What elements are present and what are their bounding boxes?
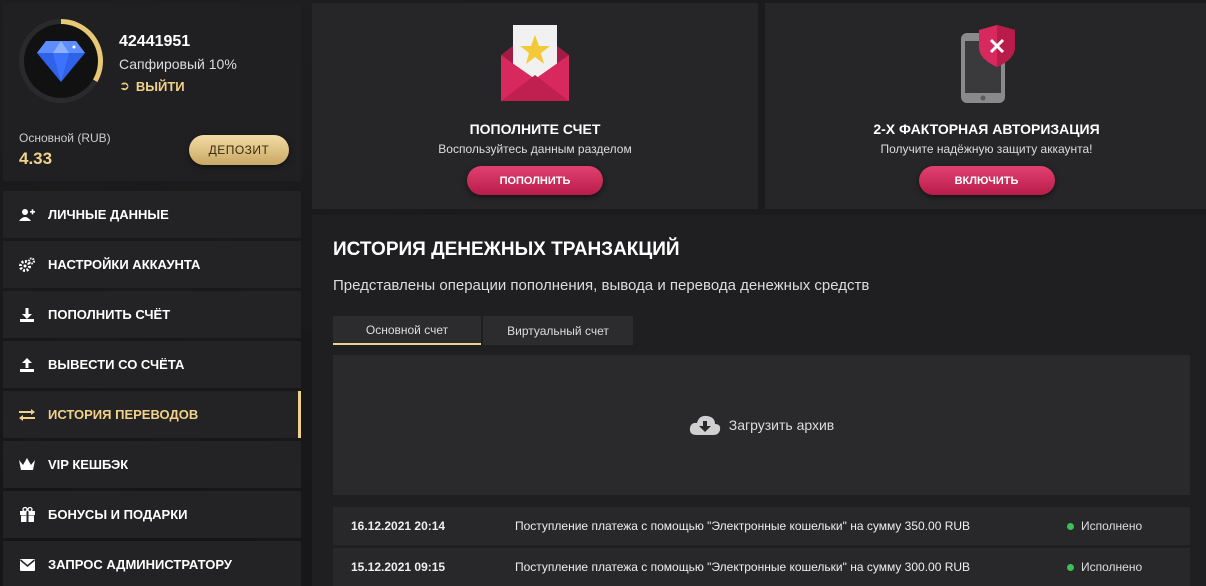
tx-status: Исполнено [1067, 519, 1142, 533]
envelope-star-icon [501, 25, 569, 101]
sidebar-item-personal-data[interactable]: ЛИЧНЫЕ ДАННЫЕ [3, 191, 301, 238]
download-icon [18, 306, 36, 324]
table-row: 15.12.2021 09:15 Поступление платежа с п… [333, 548, 1190, 586]
sidebar-item-admin-request[interactable]: ЗАПРОС АДМИНИСТРАТОРУ [3, 541, 301, 586]
tx-date: 16.12.2021 20:14 [351, 519, 446, 533]
sidebar-item-withdraw[interactable]: ВЫВЕСТИ СО СЧЁТА [3, 341, 301, 388]
sidebar-item-label: ПОПОЛНИТЬ СЧЁТ [48, 307, 171, 322]
card-title: ПОПОЛНИТЕ СЧЕТ [469, 121, 601, 137]
logout-label: ВЫЙТИ [135, 78, 185, 94]
balance-value: 4.33 [19, 149, 53, 168]
transfer-arrows-icon [18, 406, 36, 424]
tab-main-account[interactable]: Основной счет [333, 316, 481, 345]
sidebar-item-label: VIP КЕШБЭК [48, 457, 129, 472]
crown-icon [18, 456, 36, 474]
sidebar-item-label: ЛИЧНЫЕ ДАННЫЕ [48, 207, 169, 222]
cloud-download-icon [689, 415, 720, 435]
tx-status: Исполнено [1067, 560, 1142, 574]
tab-virtual-account[interactable]: Виртуальный счет [483, 316, 633, 345]
sidebar-item-vip-cashback[interactable]: VIP КЕШБЭК [3, 441, 301, 488]
card-subtitle: Воспользуйтесь данным разделом [438, 142, 632, 156]
user-level: Сапфировый 10% [119, 56, 237, 72]
sidebar-item-account-settings[interactable]: НАСТРОЙКИ АККАУНТА [3, 241, 301, 288]
user-add-icon [18, 206, 36, 224]
status-dot-icon [1067, 563, 1074, 571]
profile-panel: 42441951 Сапфировый 10% ➲ ВЫЙТИ Основной… [3, 3, 301, 181]
table-row: 16.12.2021 20:14 Поступление платежа с п… [333, 507, 1190, 545]
phone-shield-icon [960, 25, 1015, 103]
load-archive-label: Загрузить архив [728, 417, 835, 433]
level-progress-ring [19, 19, 103, 103]
gift-icon [18, 506, 36, 524]
deposit-button[interactable]: ДЕПОЗИТ [189, 135, 289, 165]
gears-icon [18, 256, 36, 274]
sidebar-item-label: ЗАПРОС АДМИНИСТРАТОРУ [48, 557, 232, 572]
sidebar-item-transfer-history[interactable]: ИСТОРИЯ ПЕРЕВОДОВ [3, 391, 301, 438]
balance-label: Основной (RUB) [19, 131, 111, 145]
tx-description: Поступление платежа с помощью "Электронн… [515, 560, 971, 574]
logout-icon: ➲ [119, 78, 130, 93]
deposit-promo-card: ПОПОЛНИТЕ СЧЕТ Воспользуйтесь данным раз… [312, 3, 758, 209]
sidebar-item-deposit[interactable]: ПОПОЛНИТЬ СЧЁТ [3, 291, 301, 338]
status-dot-icon [1067, 522, 1074, 530]
sidebar-item-label: НАСТРОЙКИ АККАУНТА [48, 257, 201, 272]
avatar [24, 24, 98, 98]
card-title: 2-Х ФАКТОРНАЯ АВТОРИЗАЦИЯ [873, 121, 1100, 137]
transaction-history-panel: ИСТОРИЯ ДЕНЕЖНЫХ ТРАНЗАКЦИЙ Представлены… [312, 215, 1206, 586]
sidebar-item-label: БОНУСЫ И ПОДАРКИ [48, 507, 188, 522]
sidebar-menu: ЛИЧНЫЕ ДАННЫЕ НАСТРОЙКИ АККАУНТА ПОПОЛНИ… [3, 191, 301, 586]
tx-status-label: Исполнено [1081, 560, 1143, 574]
enable-2fa-button[interactable]: ВКЛЮЧИТЬ [918, 166, 1055, 195]
sapphire-gem-icon [37, 41, 85, 82]
mail-icon [18, 556, 36, 574]
tx-date: 15.12.2021 09:15 [351, 560, 446, 574]
card-subtitle: Получите надёжную защиту аккаунта! [880, 142, 1093, 156]
logout-link[interactable]: ➲ ВЫЙТИ [119, 78, 185, 94]
tx-status-label: Исполнено [1081, 519, 1143, 533]
page-description: Представлены операции пополнения, вывода… [333, 277, 870, 294]
sidebar-item-label: ВЫВЕСТИ СО СЧЁТА [48, 357, 185, 372]
page-title: ИСТОРИЯ ДЕНЕЖНЫХ ТРАНЗАКЦИЙ [333, 239, 680, 260]
sidebar-item-label: ИСТОРИЯ ПЕРЕВОДОВ [48, 407, 199, 422]
twofa-promo-card: 2-Х ФАКТОРНАЯ АВТОРИЗАЦИЯ Получите надёж… [765, 3, 1206, 209]
upload-icon [18, 356, 36, 374]
load-archive-button[interactable]: Загрузить архив [333, 355, 1190, 495]
user-id: 42441951 [119, 33, 191, 50]
tx-description: Поступление платежа с помощью "Электронн… [515, 519, 971, 533]
sidebar-item-bonuses[interactable]: БОНУСЫ И ПОДАРКИ [3, 491, 301, 538]
account-tabs: Основной счет Виртуальный счет [333, 316, 633, 345]
replenish-button[interactable]: ПОПОЛНИТЬ [467, 166, 603, 195]
